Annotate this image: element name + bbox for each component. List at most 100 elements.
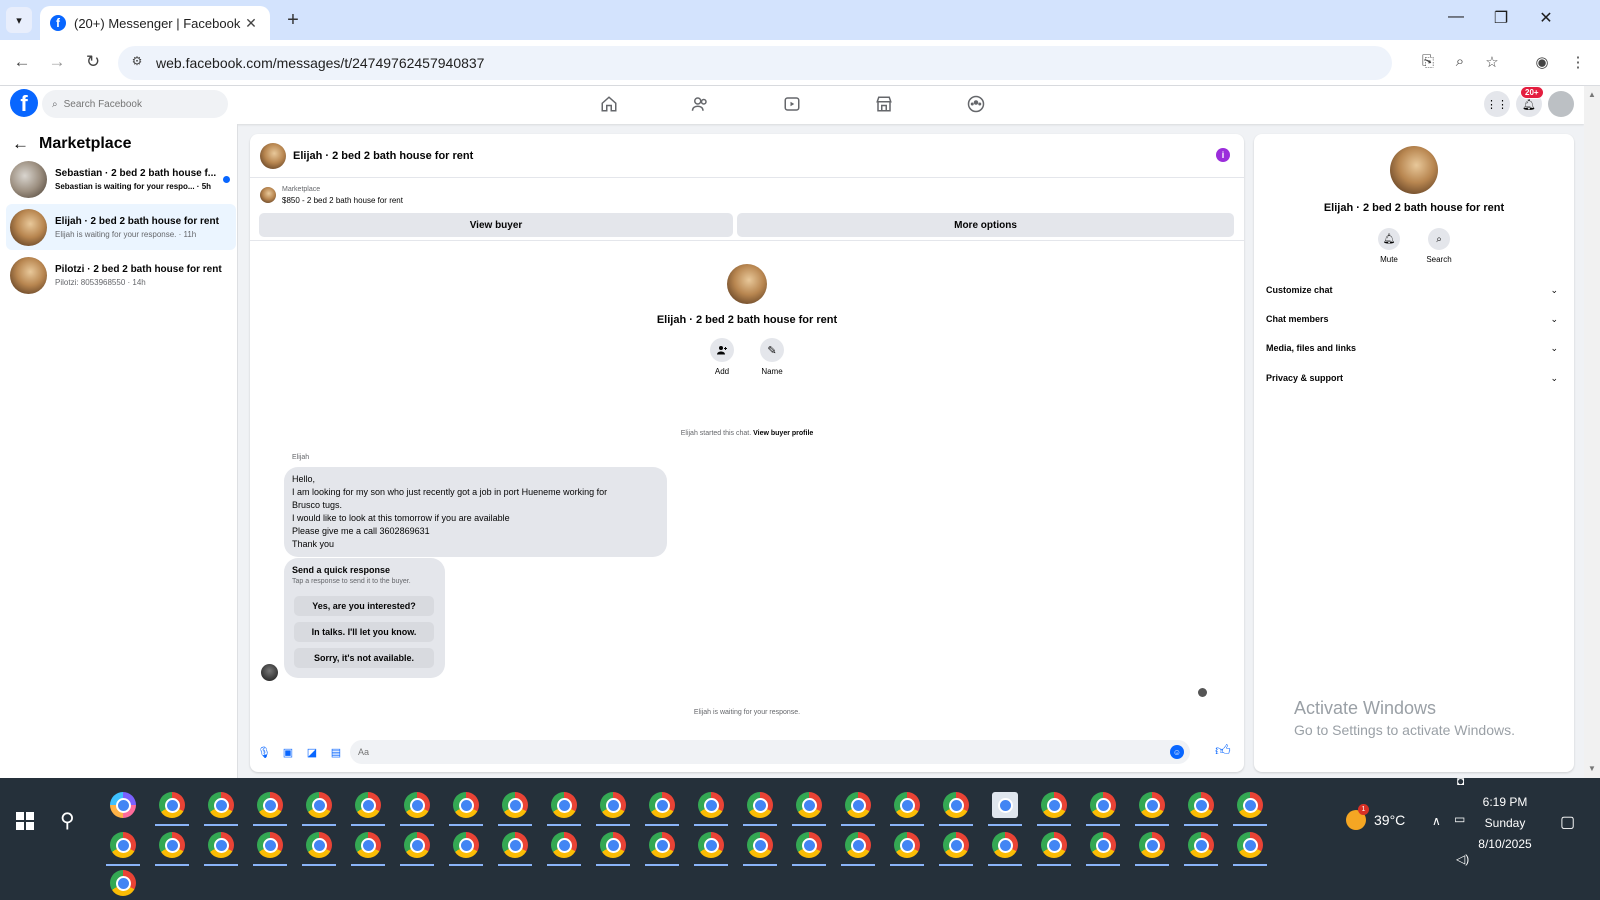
chrome-taskbar-icon[interactable] bbox=[943, 832, 969, 858]
chrome-taskbar-icon[interactable] bbox=[159, 792, 185, 818]
chrome-taskbar-icon[interactable] bbox=[894, 832, 920, 858]
message-input[interactable] bbox=[358, 747, 1158, 757]
chrome-taskbar-icon[interactable] bbox=[796, 792, 822, 818]
chrome-taskbar-icon[interactable] bbox=[698, 832, 724, 858]
gif-icon[interactable]: ▤ bbox=[328, 744, 344, 760]
minimize-icon[interactable]: — bbox=[1441, 8, 1471, 26]
media-files-section[interactable]: Media, files and links ⌄ bbox=[1264, 336, 1564, 360]
search-in-chat-button[interactable]: ⌕ Search bbox=[1424, 228, 1454, 264]
mute-button[interactable]: 🔔︎ Mute bbox=[1374, 228, 1404, 264]
forward-icon[interactable]: → bbox=[46, 52, 68, 72]
chrome-taskbar-icon[interactable] bbox=[747, 832, 773, 858]
groups-icon[interactable] bbox=[965, 93, 987, 115]
view-buyer-button[interactable]: View buyer bbox=[259, 213, 733, 237]
zoom-icon[interactable]: ⌕ bbox=[1450, 53, 1470, 70]
facebook-search[interactable]: ⌕ bbox=[42, 90, 228, 118]
home-icon[interactable] bbox=[598, 93, 620, 115]
info-icon[interactable]: i bbox=[1216, 148, 1230, 162]
friends-icon[interactable] bbox=[689, 93, 711, 115]
quick-response-button[interactable]: Yes, are you interested? bbox=[294, 596, 434, 616]
view-buyer-profile-link[interactable]: View buyer profile bbox=[753, 430, 813, 437]
edit-name-button[interactable]: ✎ Name bbox=[759, 338, 785, 376]
customize-chat-section[interactable]: Customize chat ⌄ bbox=[1264, 278, 1564, 302]
chrome-taskbar-icon[interactable] bbox=[649, 792, 675, 818]
chrome-taskbar-icon[interactable] bbox=[453, 832, 479, 858]
account-avatar[interactable] bbox=[1548, 91, 1574, 117]
thumbs-up-icon[interactable]: 👍︎ bbox=[1215, 742, 1231, 760]
chrome-taskbar-icon[interactable] bbox=[257, 792, 283, 818]
more-options-button[interactable]: More options bbox=[737, 213, 1234, 237]
chevron-up-icon[interactable]: ∧ bbox=[1432, 814, 1441, 828]
chrome-taskbar-icon[interactable] bbox=[355, 792, 381, 818]
profile-icon[interactable]: ◉ bbox=[1532, 53, 1552, 71]
chrome-taskbar-icon[interactable] bbox=[1188, 832, 1214, 858]
url-text[interactable]: web.facebook.com/messages/t/247497624579… bbox=[156, 55, 484, 71]
chrome-taskbar-icon[interactable] bbox=[551, 832, 577, 858]
browser-tab[interactable]: f (20+) Messenger | Facebook ✕ bbox=[40, 6, 270, 40]
add-people-button[interactable]: Add bbox=[709, 338, 735, 376]
chrome-taskbar-icon[interactable] bbox=[208, 792, 234, 818]
photo-icon[interactable]: ▣ bbox=[280, 744, 296, 760]
profile-avatar[interactable] bbox=[727, 264, 767, 304]
chrome-taskbar-icon[interactable] bbox=[1139, 792, 1165, 818]
site-info-icon[interactable]: ⚙ bbox=[128, 54, 146, 72]
chrome-taskbar-icon[interactable] bbox=[698, 792, 724, 818]
reload-icon[interactable]: ↻ bbox=[82, 52, 104, 72]
back-arrow-icon[interactable]: ← bbox=[12, 134, 29, 154]
taskbar-search-icon[interactable]: ⚲ bbox=[60, 808, 75, 833]
chrome-taskbar-icon[interactable] bbox=[600, 792, 626, 818]
chrome-taskbar-icon[interactable] bbox=[1237, 832, 1263, 858]
facebook-search-input[interactable] bbox=[63, 98, 214, 110]
copilot-taskbar-icon[interactable] bbox=[110, 792, 136, 818]
chrome-taskbar-icon[interactable] bbox=[1041, 792, 1067, 818]
weather-widget[interactable]: 1 39°C bbox=[1346, 804, 1405, 830]
chrome-taskbar-icon[interactable] bbox=[502, 792, 528, 818]
sticker-icon[interactable]: ◪ bbox=[304, 744, 320, 760]
listing-price[interactable]: $850 - 2 bed 2 bath house for rent bbox=[282, 196, 403, 205]
clock[interactable]: 6:19 PM Sunday 8/10/2025 bbox=[1470, 792, 1540, 855]
chrome-taskbar-icon[interactable] bbox=[845, 792, 871, 818]
network-icon[interactable]: ▭ bbox=[1454, 812, 1465, 826]
chat-members-section[interactable]: Chat members ⌄ bbox=[1264, 307, 1564, 331]
volume-icon[interactable]: ◁) bbox=[1456, 852, 1469, 866]
chrome-taskbar-icon[interactable] bbox=[845, 832, 871, 858]
chrome-taskbar-icon[interactable] bbox=[306, 832, 332, 858]
bookmark-star-icon[interactable]: ☆ bbox=[1482, 53, 1502, 71]
tab-close-icon[interactable]: ✕ bbox=[242, 15, 260, 32]
chrome-taskbar-icon[interactable] bbox=[747, 792, 773, 818]
menu-grid-icon[interactable]: ⋮⋮ bbox=[1484, 91, 1510, 117]
chrome-taskbar-icon[interactable] bbox=[159, 832, 185, 858]
conversation-item-sebastian[interactable]: Sebastian · 2 bed 2 bath house f... Seba… bbox=[6, 156, 236, 202]
chrome-taskbar-icon[interactable] bbox=[1090, 832, 1116, 858]
close-window-icon[interactable]: ✕ bbox=[1531, 8, 1561, 28]
install-app-icon[interactable]: ⎘ bbox=[1418, 53, 1438, 70]
chat-title[interactable]: Elijah · 2 bed 2 bath house for rent bbox=[293, 150, 473, 162]
chrome-taskbar-icon[interactable] bbox=[943, 792, 969, 818]
emoji-icon[interactable]: ☺ bbox=[1170, 745, 1184, 759]
sender-avatar[interactable] bbox=[261, 664, 278, 681]
message-bubble[interactable]: Hello, I am looking for my son who just … bbox=[284, 467, 667, 557]
chrome-taskbar-icon[interactable] bbox=[894, 792, 920, 818]
app-taskbar-icon[interactable] bbox=[992, 792, 1018, 818]
microphone-icon[interactable]: 🎙︎ bbox=[256, 744, 272, 760]
new-tab-icon[interactable]: + bbox=[282, 9, 304, 31]
info-avatar[interactable] bbox=[1390, 146, 1438, 194]
omnibox[interactable]: ⚙ web.facebook.com/messages/t/2474976245… bbox=[118, 46, 1392, 80]
browser-menu-icon[interactable]: ⋮ bbox=[1568, 53, 1588, 71]
privacy-support-section[interactable]: Privacy & support ⌄ bbox=[1264, 366, 1564, 390]
chrome-taskbar-icon[interactable] bbox=[1188, 792, 1214, 818]
listing-thumbnail[interactable] bbox=[260, 187, 276, 203]
chrome-taskbar-icon[interactable] bbox=[1041, 832, 1067, 858]
chrome-taskbar-icon[interactable] bbox=[992, 832, 1018, 858]
chrome-taskbar-icon[interactable] bbox=[110, 832, 136, 858]
quick-response-button[interactable]: Sorry, it's not available. bbox=[294, 648, 434, 668]
conversation-item-elijah[interactable]: Elijah · 2 bed 2 bath house for rent Eli… bbox=[6, 204, 236, 250]
chrome-taskbar-icon[interactable] bbox=[1139, 832, 1165, 858]
notification-center-icon[interactable]: ▢ bbox=[1560, 812, 1575, 832]
restore-icon[interactable]: ❐ bbox=[1486, 8, 1516, 28]
chrome-taskbar-icon[interactable] bbox=[306, 792, 332, 818]
chrome-taskbar-icon[interactable] bbox=[404, 832, 430, 858]
chrome-taskbar-icon[interactable] bbox=[600, 832, 626, 858]
quick-response-button[interactable]: In talks. I'll let you know. bbox=[294, 622, 434, 642]
chrome-taskbar-icon[interactable] bbox=[551, 792, 577, 818]
